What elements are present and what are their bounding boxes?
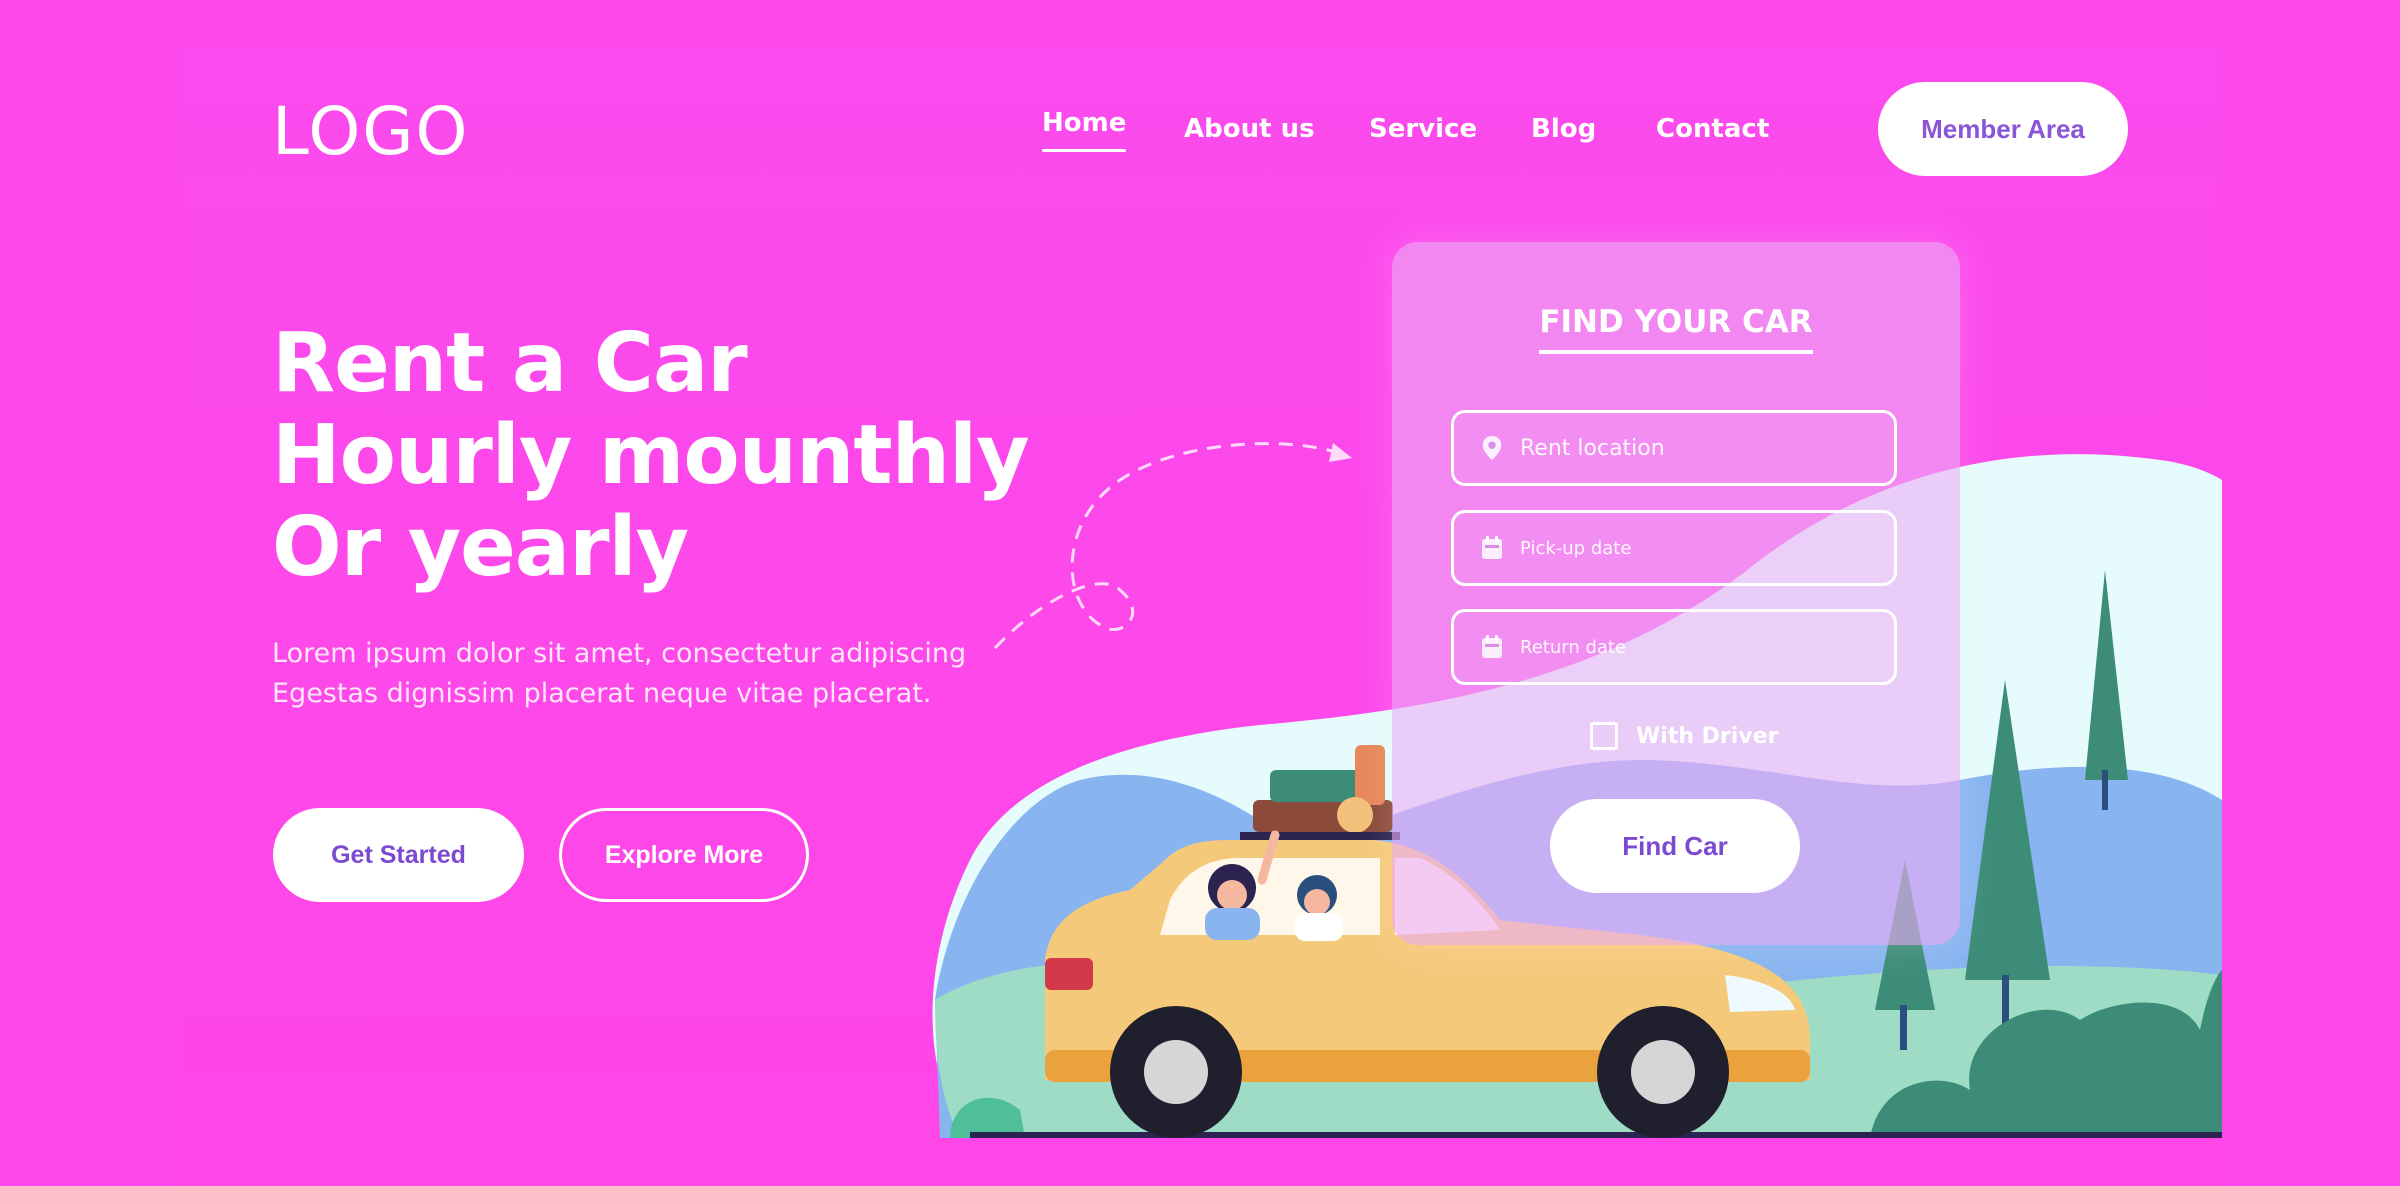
with-driver-option[interactable]: With Driver — [1590, 722, 1778, 750]
hero-subtitle-line: Egestas dignissim placerat neque vitae p… — [272, 678, 932, 709]
card-title-text: FIND YOUR CAR — [1539, 300, 1813, 354]
location-pin-icon — [1482, 435, 1502, 461]
logo[interactable]: LOGO — [272, 94, 469, 170]
find-car-button[interactable]: Find Car — [1550, 799, 1800, 893]
nav-item-blog[interactable]: Blog — [1531, 106, 1596, 152]
nav-item-about[interactable]: About us — [1184, 106, 1315, 152]
explore-more-button[interactable]: Explore More — [559, 808, 809, 902]
card-title: FIND YOUR CAR — [1392, 300, 1960, 354]
rent-location-placeholder: Rent location — [1520, 435, 1665, 461]
nav-item-service[interactable]: Service — [1369, 106, 1477, 152]
member-area-button[interactable]: Member Area — [1878, 82, 2128, 176]
hero-title: Rent a Car Hourly mounthly Or yearly — [272, 318, 1032, 594]
return-date-placeholder: Return date — [1520, 636, 1627, 658]
rent-location-input[interactable]: Rent location — [1451, 410, 1897, 486]
return-date-input[interactable]: Return date — [1451, 609, 1897, 685]
with-driver-checkbox[interactable] — [1590, 722, 1618, 750]
nav-item-contact[interactable]: Contact — [1656, 106, 1769, 152]
hero-title-line: Rent a Car — [272, 316, 748, 411]
find-car-card: FIND YOUR CAR Rent location Pick-up date… — [1392, 242, 1960, 945]
pickup-date-placeholder: Pick-up date — [1520, 537, 1632, 559]
pickup-date-input[interactable]: Pick-up date — [1451, 510, 1897, 586]
nav-item-home[interactable]: Home — [1042, 100, 1127, 152]
hero-title-line: Hourly mounthly — [272, 408, 1030, 503]
calendar-icon — [1482, 635, 1502, 658]
hero-title-line: Or yearly — [272, 500, 689, 595]
hero-subtitle-line: Lorem ipsum dolor sit amet, consectetur … — [272, 638, 967, 669]
calendar-icon — [1482, 536, 1502, 559]
get-started-button[interactable]: Get Started — [273, 808, 524, 902]
with-driver-label: With Driver — [1636, 723, 1779, 749]
hero-subtitle: Lorem ipsum dolor sit amet, consectetur … — [272, 634, 972, 714]
